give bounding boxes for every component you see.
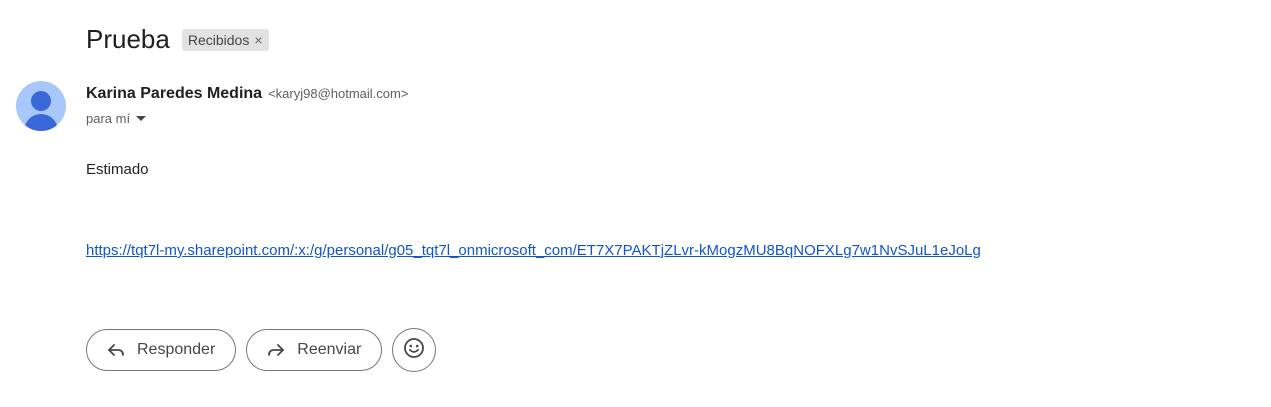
label-chip-text: Recibidos (187, 32, 250, 48)
reply-button-label: Responder (137, 341, 216, 358)
recipient-label: para mí (86, 111, 131, 126)
chevron-down-icon (136, 116, 147, 121)
emoji-smile-icon (403, 337, 425, 364)
sender-email: <karyj98@hotmail.com> (268, 86, 409, 101)
emoji-reaction-button[interactable] (392, 328, 437, 372)
reply-button[interactable]: Responder (86, 329, 237, 371)
reply-arrow-icon (105, 339, 127, 361)
message-actions: Responder Reenviar (86, 328, 437, 372)
email-subject: Prueba (86, 24, 170, 54)
recipient-details-toggle[interactable]: para mí (86, 111, 147, 126)
email-body-link[interactable]: https://tqt7l-my.sharepoint.com/:x:/g/pe… (86, 242, 981, 259)
sender-line: Karina Paredes Medina <karyj98@hotmail.c… (86, 85, 408, 103)
forward-button[interactable]: Reenviar (246, 329, 383, 371)
forward-arrow-icon (265, 339, 287, 361)
forward-button-label: Reenviar (297, 341, 362, 358)
sender-name[interactable]: Karina Paredes Medina (86, 85, 262, 103)
label-chip-recibidos[interactable]: Recibidos × (181, 29, 269, 51)
sender-avatar[interactable] (16, 81, 66, 131)
remove-label-icon[interactable]: × (254, 32, 262, 48)
email-body-greeting: Estimado (86, 161, 149, 178)
subject-row: Prueba Recibidos × (86, 22, 269, 56)
avatar-body-shape (24, 114, 58, 131)
email-view: Prueba Recibidos × Karina Paredes Medina… (0, 0, 1271, 407)
avatar-head-shape (31, 91, 51, 111)
